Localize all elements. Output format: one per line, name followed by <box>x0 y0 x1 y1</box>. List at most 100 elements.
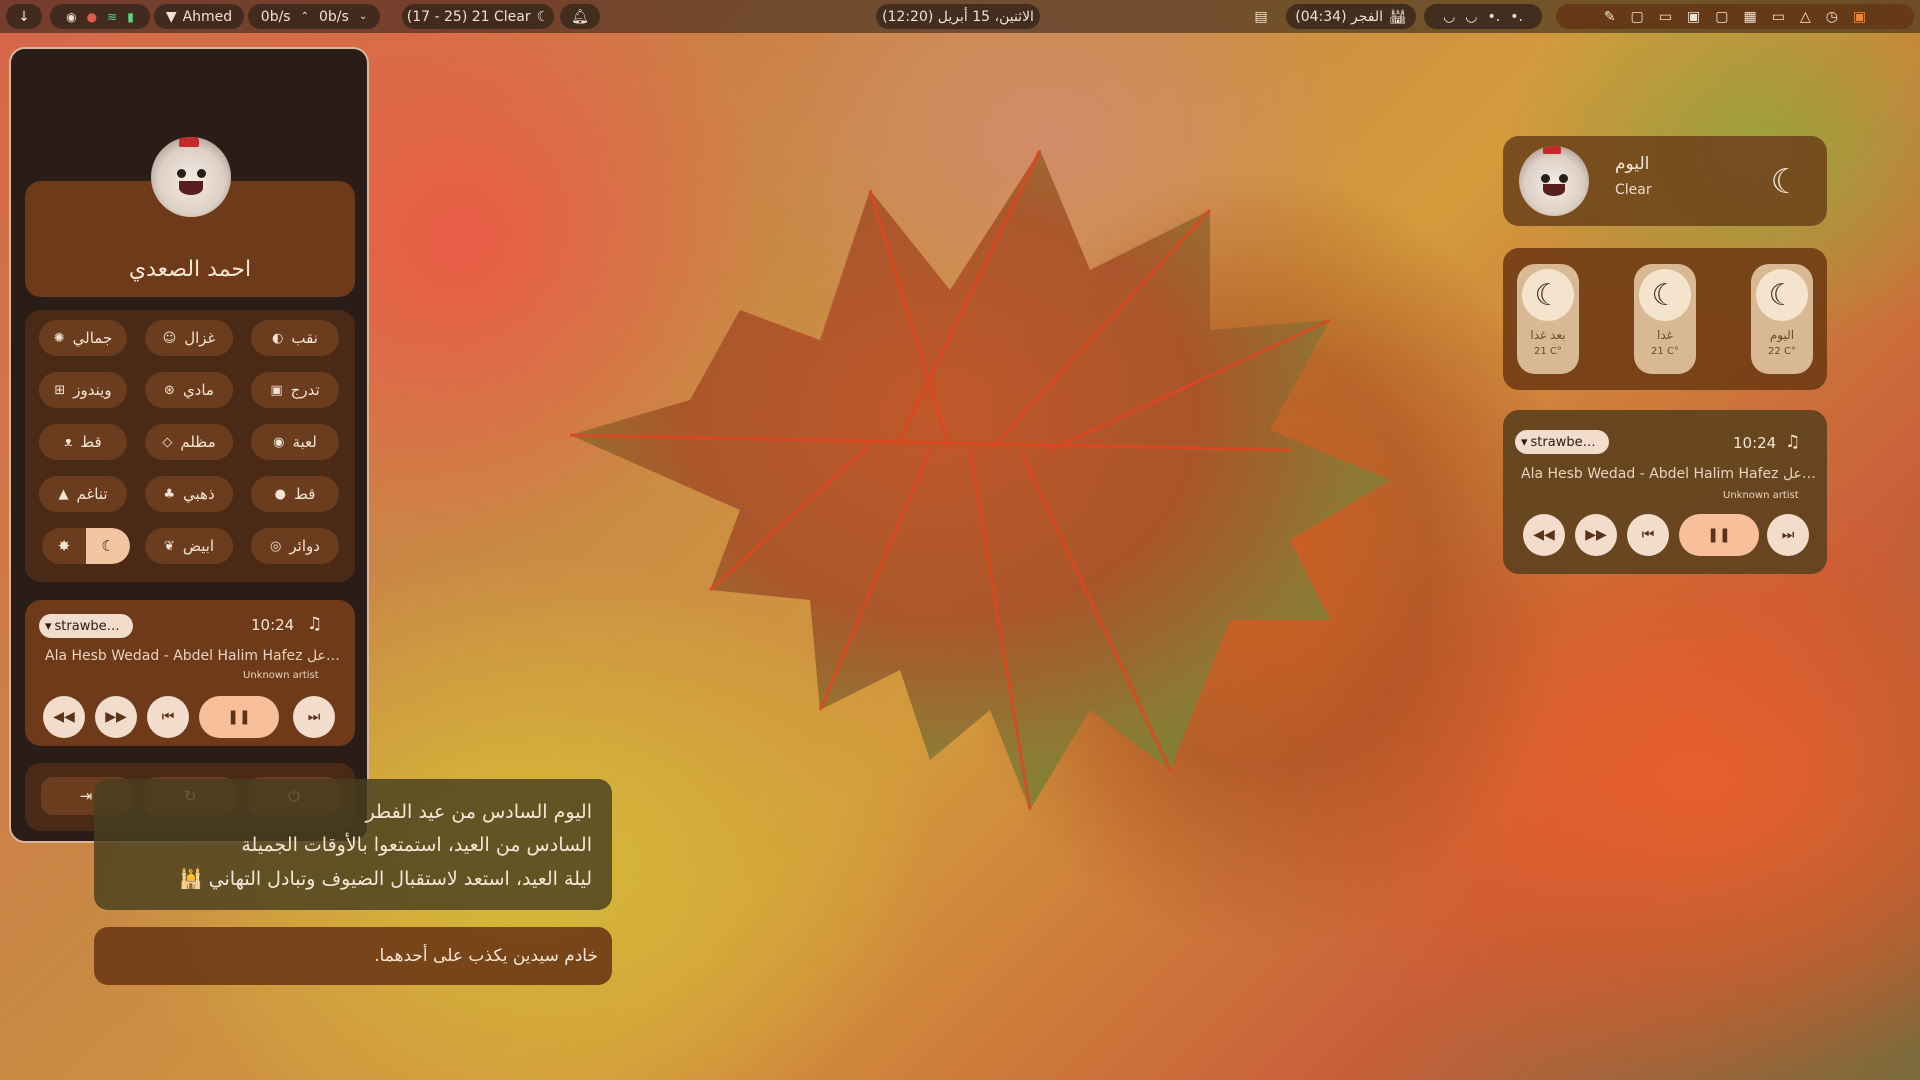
dropdown-arrow-icon: ▾ <box>45 618 52 634</box>
sun-icon[interactable]: ✸ <box>42 528 86 564</box>
next-icon: ⏭︎ <box>1781 527 1795 543</box>
previous-icon: ⏮︎ <box>1641 527 1655 543</box>
theme-button[interactable]: ☺ غزال <box>145 320 233 356</box>
bell-icon: 🔔︎ <box>571 8 589 25</box>
network-speed: 0b/s ⌃ 0b/s ⌄ <box>248 4 380 29</box>
pause-button[interactable]: ❚❚ <box>1679 514 1759 556</box>
theme-button[interactable]: ● قط <box>251 476 339 512</box>
material-icon: ⊛ <box>164 382 175 398</box>
pen-icon[interactable]: ✎ <box>1604 9 1616 25</box>
theme-button[interactable]: ♣ ذهبي <box>145 476 233 512</box>
theme-button[interactable]: ▣ تدرج <box>251 372 339 408</box>
battery-icon[interactable]: ▮ <box>127 10 134 24</box>
rewind-button[interactable]: ◀◀ <box>1523 514 1565 556</box>
settings-icon[interactable]: ▦ <box>1743 9 1756 25</box>
workspace-2-icon[interactable]: ◡ <box>1465 9 1477 25</box>
deer-icon: ☺ <box>162 330 177 346</box>
control-panel: احمد الصعدي ◐ نقب ☺ غزال ✺ جمالي ▣ تدرج ⊛ ماد… <box>9 47 369 843</box>
mountain-icon: ▲ <box>58 486 69 502</box>
previous-button[interactable]: ⏮︎ <box>147 696 189 738</box>
discord-icon[interactable]: ◉ <box>66 10 76 24</box>
circles-icon: ◎ <box>270 538 282 554</box>
palette-icon: ✺ <box>53 330 65 346</box>
theme-button[interactable]: ⊛ مادي <box>145 372 233 408</box>
media-source-dropdown[interactable]: ▾ strawbe… <box>39 614 133 638</box>
theme-button[interactable]: ✺ جمالي <box>39 320 127 356</box>
moon-icon: ☾ <box>1639 269 1691 321</box>
moon-icon: ☾ <box>1756 269 1808 321</box>
track-artist: Unknown artist <box>1723 490 1799 501</box>
track-time: 10:24 <box>1733 434 1777 452</box>
theme-button[interactable]: ◇ مظلم <box>145 424 233 460</box>
moon-icon: ☾ <box>536 8 550 25</box>
bug-icon[interactable]: ● <box>87 10 97 24</box>
dark-mode-toggle[interactable]: ✸ ☾ <box>42 528 130 564</box>
theme-button[interactable]: ◎ دوائر <box>251 528 339 564</box>
wifi-signal-icon: ▼ <box>165 8 177 25</box>
cat-icon: ᴥ <box>64 435 73 450</box>
fast-forward-button[interactable]: ▶▶ <box>95 696 137 738</box>
theme-grid: ◐ نقب ☺ غزال ✺ جمالي ▣ تدرج ⊛ مادي ⊞ ويندوز ◉ ل… <box>25 310 355 582</box>
flask-icon[interactable]: △ <box>1800 9 1811 25</box>
theme-button[interactable]: ◐ نقب <box>251 320 339 356</box>
moon-icon[interactable]: ☾ <box>86 528 130 564</box>
fast-forward-icon: ▶▶ <box>1585 527 1607 543</box>
forecast-day: ☾ غدا 21 C° <box>1634 264 1696 374</box>
workspace-1-icon[interactable]: ◡ <box>1443 9 1455 25</box>
previous-button[interactable]: ⏮︎ <box>1627 514 1669 556</box>
theme-button[interactable]: ⊞ ويندوز <box>39 372 127 408</box>
pause-button[interactable]: ❚❚ <box>199 696 279 738</box>
quote-notification[interactable]: خادم سيدين يكذب على أحدهما. <box>94 927 612 985</box>
workspaces[interactable]: ◡ ◡ •. •. <box>1424 4 1542 29</box>
weather-widget: اليوم Clear ☾ <box>1503 136 1827 226</box>
next-button[interactable]: ⏭︎ <box>293 696 335 738</box>
avatar[interactable] <box>151 137 231 217</box>
media-icon[interactable]: ▤ <box>1244 4 1278 29</box>
weather-condition: Clear <box>1615 182 1652 198</box>
chat-icon[interactable]: ▢ <box>1715 9 1728 25</box>
datetime-pill[interactable]: (12:20) الاثنين، 15 أبريل <box>876 4 1040 29</box>
weather-avatar <box>1519 146 1589 216</box>
theme-button[interactable]: ▲ تناغم <box>39 476 127 512</box>
username: Ahmed <box>182 8 233 25</box>
music-player-widget: ▾ strawbe… 10:24 ♫ Ala Hesb Wedad - Abdel… <box>1503 410 1827 574</box>
next-icon: ⏭︎ <box>307 709 321 725</box>
notification-button[interactable]: 🔔︎ <box>560 4 600 29</box>
workspace-3-icon[interactable]: •. <box>1488 9 1501 25</box>
clock-icon[interactable]: ◷ <box>1826 9 1838 25</box>
drive-icon[interactable]: ▭ <box>1659 9 1672 25</box>
tray-icons: ◉ ● ≋ ▮ <box>50 4 150 29</box>
track-title: Ala Hesb Wedad - Abdel Halim Hafez عل… <box>45 648 340 664</box>
document-icon[interactable]: ▢ <box>1631 9 1644 25</box>
dropdown-arrow-icon: ▾ <box>1521 434 1528 450</box>
track-title: Ala Hesb Wedad - Abdel Halim Hafez عل… <box>1521 466 1816 482</box>
next-button[interactable]: ⏭︎ <box>1767 514 1809 556</box>
leaf-icon: ❦ <box>163 538 175 554</box>
gradient-icon: ▣ <box>270 382 283 398</box>
weather-pill[interactable]: (17 - 25) 21 Clear ☾ <box>402 4 554 29</box>
wifi-icon[interactable]: ≋ <box>107 10 117 24</box>
music-note-icon: ♫ <box>1785 432 1801 452</box>
theme-button[interactable]: ᴥ قط <box>39 424 127 460</box>
gold-icon: ♣ <box>163 486 176 502</box>
windows-icon: ⊞ <box>54 382 66 398</box>
theme-button[interactable]: ❦ ابيض <box>145 528 233 564</box>
prayer-pill[interactable]: الفجر (04:34) 🕌︎ <box>1286 4 1416 29</box>
forecast-day: ☾ اليوم 22 C° <box>1751 264 1813 374</box>
fast-forward-button[interactable]: ▶▶ <box>1575 514 1617 556</box>
folder-icon[interactable]: ▣ <box>1687 9 1700 25</box>
up-arrow-icon: ⌃ <box>300 11 309 22</box>
profile-name: احمد الصعدي <box>128 257 252 282</box>
theme-button[interactable]: ◉ لعبة <box>251 424 339 460</box>
notification-card[interactable]: اليوم السادس من عيد الفطر السادس من العي… <box>94 779 612 910</box>
music-player: ▾ strawbe… 10:24 ♫ Ala Hesb Wedad - Abdel… <box>25 600 355 746</box>
media-source-dropdown[interactable]: ▾ strawbe… <box>1515 430 1609 454</box>
user-pill[interactable]: ▼ Ahmed <box>154 4 244 29</box>
mosque-icon: 🕌︎ <box>1388 8 1407 25</box>
terminal-icon[interactable]: ▣ <box>1853 9 1866 25</box>
top-bar: ↓ ◉ ● ≋ ▮ ▼ Ahmed 0b/s ⌃ 0b/s ⌄ (17 - 25… <box>0 0 1920 33</box>
rewind-button[interactable]: ◀◀ <box>43 696 85 738</box>
files-icon[interactable]: ▭ <box>1772 9 1785 25</box>
workspace-4-icon[interactable]: •. <box>1510 9 1523 25</box>
download-button[interactable]: ↓ <box>6 4 42 29</box>
